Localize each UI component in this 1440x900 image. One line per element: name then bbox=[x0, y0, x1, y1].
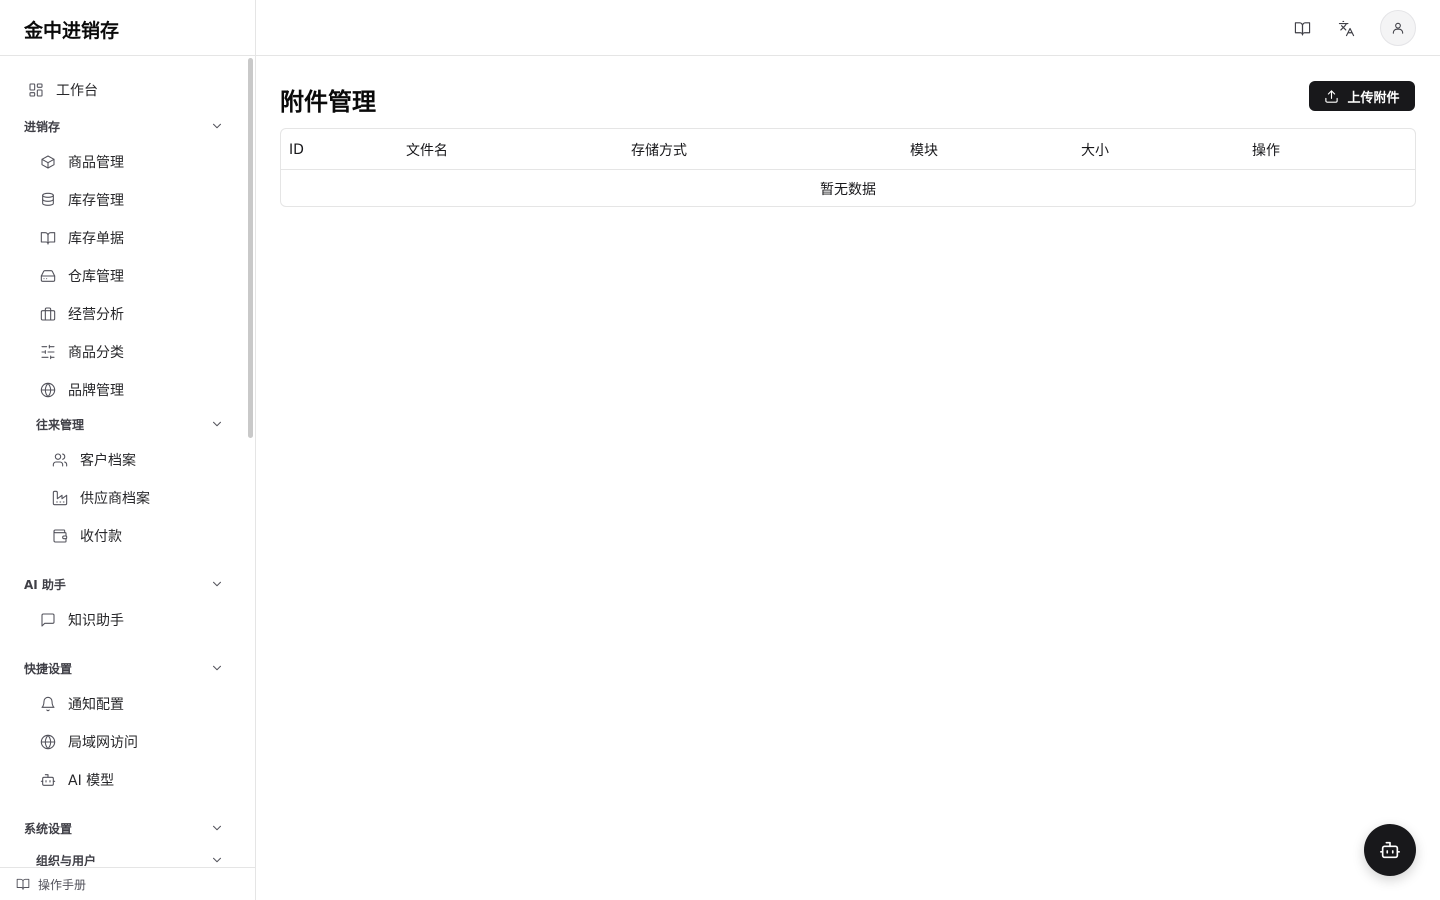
group-label: 进销存 bbox=[24, 119, 61, 134]
upload-label: 上传附件 bbox=[1347, 90, 1400, 106]
sidebar-subgroup-org-users[interactable]: 组织与用户 bbox=[36, 848, 224, 866]
group-label: 快捷设置 bbox=[24, 661, 73, 676]
group-label: 往来管理 bbox=[36, 417, 85, 432]
sidebar-item-label: 经营分析 bbox=[68, 307, 124, 323]
chevron-down-icon bbox=[210, 661, 224, 675]
empty-state-text: 暂无数据 bbox=[820, 181, 876, 198]
globe-icon bbox=[40, 382, 56, 398]
chevron-down-icon bbox=[210, 417, 224, 431]
top-bar bbox=[256, 0, 1440, 56]
ai-assistant-fab[interactable] bbox=[1364, 824, 1416, 876]
sidebar-item-customers[interactable]: 客户档案 bbox=[52, 444, 136, 476]
sidebar-item-label: 客户档案 bbox=[80, 453, 136, 469]
user-avatar-button[interactable] bbox=[1380, 10, 1416, 46]
column-header-filename: 文件名 bbox=[406, 142, 448, 159]
sidebar-item-label: AI 模型 bbox=[68, 773, 115, 789]
footer-label: 操作手册 bbox=[38, 877, 87, 892]
bot-icon bbox=[40, 772, 56, 788]
group-label: 组织与用户 bbox=[36, 853, 97, 867]
sidebar-item-stock-documents[interactable]: 库存单据 bbox=[40, 222, 124, 254]
sidebar-footer-manual[interactable]: 操作手册 bbox=[0, 867, 255, 900]
chevron-down-icon bbox=[210, 119, 224, 133]
user-icon bbox=[1391, 21, 1405, 35]
message-square-icon bbox=[40, 612, 56, 628]
page-title: 附件管理 bbox=[280, 88, 376, 116]
sidebar-item-warehouse[interactable]: 仓库管理 bbox=[40, 260, 124, 292]
sidebar-item-ai-model[interactable]: AI 模型 bbox=[40, 764, 114, 796]
globe-icon bbox=[40, 734, 56, 750]
column-header-module: 模块 bbox=[910, 142, 938, 159]
chevron-down-icon bbox=[210, 577, 224, 591]
sidebar-nav: 工作台 进销存 商品管理 库存管理 库存单据 仓库管理 经营分析 商品分类 品牌… bbox=[0, 56, 255, 866]
briefcase-icon bbox=[40, 306, 56, 322]
sidebar-item-label: 库存管理 bbox=[68, 193, 124, 209]
sidebar-item-label: 商品管理 bbox=[68, 155, 124, 171]
sidebar: 金中进销存 工作台 进销存 商品管理 库存管理 库存单据 仓库管理 经营分析 商… bbox=[0, 0, 256, 900]
sidebar-item-notifications[interactable]: 通知配置 bbox=[40, 688, 124, 720]
sidebar-item-lan-access[interactable]: 局域网访问 bbox=[40, 726, 138, 758]
column-header-storage: 存储方式 bbox=[631, 142, 687, 159]
book-open-icon bbox=[1294, 20, 1311, 37]
chevron-down-icon bbox=[210, 853, 224, 866]
sidebar-subgroup-contacts[interactable]: 往来管理 bbox=[36, 412, 224, 436]
sidebar-item-label: 供应商档案 bbox=[80, 491, 150, 507]
bell-icon bbox=[40, 696, 56, 712]
package-icon bbox=[40, 154, 56, 170]
column-header-id: ID bbox=[289, 141, 304, 158]
upload-attachment-button[interactable]: 上传附件 bbox=[1309, 81, 1415, 111]
sidebar-item-categories[interactable]: 商品分类 bbox=[40, 336, 124, 368]
sidebar-item-label: 商品分类 bbox=[68, 345, 124, 361]
group-label: AI 助手 bbox=[24, 577, 66, 592]
table-header: ID 文件名 存储方式 模块 大小 操作 bbox=[281, 129, 1415, 170]
sidebar-item-inventory[interactable]: 库存管理 bbox=[40, 184, 124, 216]
dashboard-icon bbox=[28, 82, 44, 98]
sidebar-item-payments[interactable]: 收付款 bbox=[52, 520, 122, 552]
sidebar-item-label: 工作台 bbox=[56, 83, 98, 99]
group-label: 系统设置 bbox=[24, 821, 73, 836]
sidebar-item-label: 仓库管理 bbox=[68, 269, 124, 285]
sidebar-item-brands[interactable]: 品牌管理 bbox=[40, 374, 124, 406]
language-button[interactable] bbox=[1330, 12, 1362, 44]
factory-icon bbox=[52, 490, 68, 506]
bot-icon bbox=[1379, 839, 1401, 861]
sliders-icon bbox=[40, 344, 56, 360]
database-icon bbox=[40, 192, 56, 208]
book-open-icon bbox=[16, 877, 30, 891]
docs-button[interactable] bbox=[1286, 12, 1318, 44]
app-title: 金中进销存 bbox=[24, 20, 120, 42]
sidebar-group-jxc[interactable]: 进销存 bbox=[24, 114, 224, 138]
sidebar-item-analytics[interactable]: 经营分析 bbox=[40, 298, 124, 330]
column-header-size: 大小 bbox=[1081, 142, 1109, 159]
sidebar-group-ai[interactable]: AI 助手 bbox=[24, 572, 224, 596]
attachments-table: ID 文件名 存储方式 模块 大小 操作 暂无数据 bbox=[280, 128, 1416, 207]
upload-icon bbox=[1324, 89, 1339, 104]
sidebar-item-label: 品牌管理 bbox=[68, 383, 124, 399]
sidebar-item-label: 知识助手 bbox=[68, 613, 124, 629]
sidebar-scrollbar[interactable] bbox=[248, 58, 253, 438]
sidebar-item-label: 局域网访问 bbox=[68, 735, 138, 751]
wallet-icon bbox=[52, 528, 68, 544]
warehouse-icon bbox=[40, 268, 56, 284]
sidebar-item-suppliers[interactable]: 供应商档案 bbox=[52, 482, 150, 514]
users-icon bbox=[52, 452, 68, 468]
sidebar-item-label: 通知配置 bbox=[68, 697, 124, 713]
book-open-icon bbox=[40, 230, 56, 246]
sidebar-item-products[interactable]: 商品管理 bbox=[40, 146, 124, 178]
sidebar-item-label: 收付款 bbox=[80, 529, 122, 545]
column-header-actions: 操作 bbox=[1252, 142, 1280, 159]
sidebar-item-workbench[interactable]: 工作台 bbox=[28, 74, 98, 106]
languages-icon bbox=[1338, 20, 1355, 37]
sidebar-item-knowledge-assistant[interactable]: 知识助手 bbox=[40, 604, 124, 636]
chevron-down-icon bbox=[210, 821, 224, 835]
sidebar-group-quick-settings[interactable]: 快捷设置 bbox=[24, 656, 224, 680]
sidebar-group-system-settings[interactable]: 系统设置 bbox=[24, 816, 224, 840]
sidebar-item-label: 库存单据 bbox=[68, 231, 124, 247]
